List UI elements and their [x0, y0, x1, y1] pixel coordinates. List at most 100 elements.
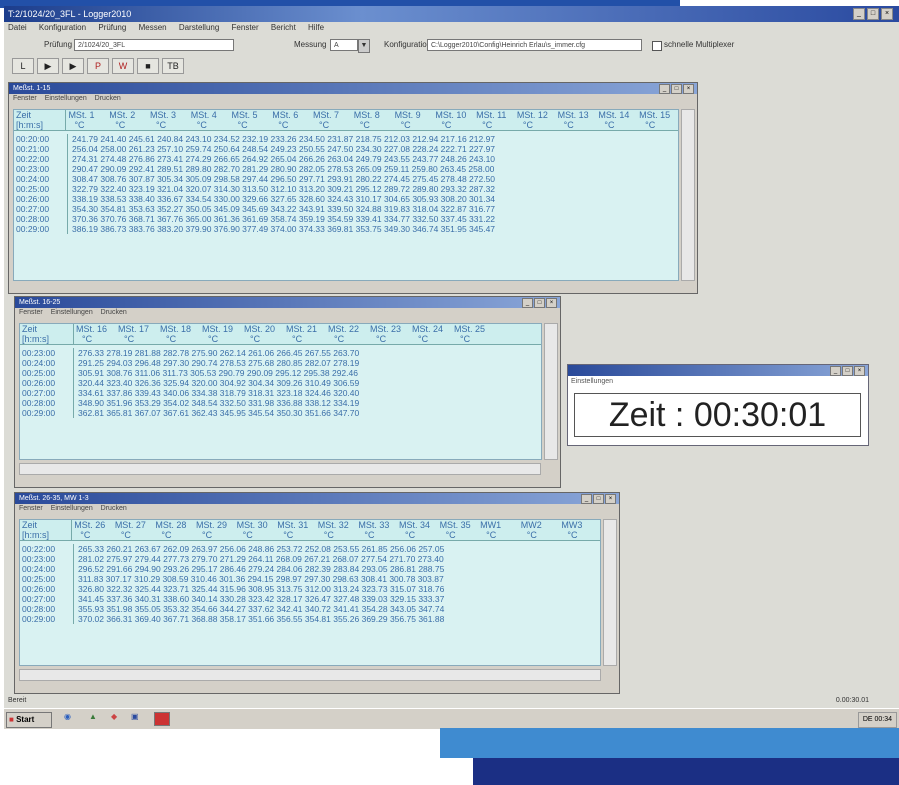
- save-icon[interactable]: ▣: [131, 712, 139, 721]
- column-unit: °C: [486, 530, 497, 540]
- minimize-icon[interactable]: _: [853, 8, 865, 20]
- column-unit: °C: [567, 530, 578, 540]
- vertical-scrollbar[interactable]: [603, 519, 617, 666]
- multiplexer-label: schnelle Multiplexer: [664, 40, 735, 49]
- row-time: 00:29:00: [20, 614, 74, 624]
- close-icon[interactable]: ×: [546, 298, 557, 308]
- column-name: MSt. 14: [598, 110, 630, 120]
- maximize-icon[interactable]: □: [867, 8, 879, 20]
- menu-hilfe[interactable]: Hilfe: [308, 23, 324, 32]
- column-name: MW2: [520, 520, 542, 530]
- column-header: MSt. 16 °C: [74, 324, 116, 344]
- time-header-text: [h:m:s]: [16, 120, 44, 130]
- row-values: 341.45 337.36 340.31 338.60 340.14 330.2…: [78, 594, 445, 604]
- menu-einstellungen[interactable]: Einstellungen: [568, 376, 868, 388]
- app-titlebar: T:2/1024/20_3FL - Logger2010 _ □ ×: [4, 6, 899, 22]
- play-fast-icon[interactable]: ▶: [62, 58, 84, 74]
- menu-drucken[interactable]: Drucken: [95, 95, 121, 102]
- grid-header: Zeit [h:m:s] MSt. 26 °C MSt. 27 °C MSt. 28 °C MS…: [20, 520, 600, 541]
- window-title: Meßst. 1-15 _ □ ×: [9, 83, 697, 94]
- maximize-icon[interactable]: □: [534, 298, 545, 308]
- column-unit: °C: [242, 530, 253, 540]
- column-name: MSt. 34: [398, 520, 430, 530]
- tool-p-button[interactable]: P: [87, 58, 109, 74]
- close-icon[interactable]: ×: [605, 494, 616, 504]
- menu-fenster[interactable]: Fenster: [232, 23, 259, 32]
- menu-messen[interactable]: Messen: [139, 23, 167, 32]
- clock-window: _ □ × Einstellungen Zeit : 00:30:01: [567, 364, 869, 446]
- menu-drucken[interactable]: Drucken: [101, 309, 127, 316]
- window-menu: Fenster Einstellungen Drucken: [9, 94, 697, 104]
- maximize-icon[interactable]: □: [671, 84, 682, 94]
- logger-task-icon[interactable]: [154, 712, 170, 726]
- column-name: MSt. 27: [114, 520, 146, 530]
- data-grid: Zeit [h:m:s] MSt. 16 °C MSt. 17 °C MSt. 18 °C MS…: [19, 323, 542, 460]
- table-row: 00:24:00 296.52 291.66 294.90 293.26 295.…: [20, 564, 600, 574]
- horizontal-scrollbar[interactable]: [19, 669, 601, 681]
- row-values: 308.47 308.76 307.87 305.34 305.09 298.5…: [72, 174, 496, 184]
- menu-fenster[interactable]: Fenster: [13, 95, 37, 102]
- menu-einstellungen[interactable]: Einstellungen: [51, 505, 93, 512]
- row-values: 274.31 274.48 276.86 273.41 274.29 266.6…: [72, 154, 496, 164]
- minimize-icon[interactable]: _: [581, 494, 592, 504]
- table-row: 00:22:00 265.33 260.21 263.67 262.09 263.…: [20, 544, 600, 554]
- konfig-label: Konfiguration: [384, 40, 432, 49]
- horizontal-scrollbar[interactable]: [19, 463, 541, 475]
- table-row: 00:29:00 370.02 366.31 369.40 367.71 368.…: [20, 614, 600, 624]
- menu-konfiguration[interactable]: Konfiguration: [39, 23, 86, 32]
- decor-band-light: [440, 728, 899, 758]
- time-header-text: Zeit: [16, 110, 32, 120]
- play-icon[interactable]: ▶: [37, 58, 59, 74]
- vertical-scrollbar[interactable]: [681, 109, 695, 281]
- browser-icon[interactable]: ◉: [64, 712, 71, 721]
- start-button[interactable]: ■ Start: [6, 712, 52, 728]
- folder-icon[interactable]: ▲: [89, 712, 97, 721]
- konfig-field[interactable]: C:\Logger2010\Config\Heinrich Erlau\s_im…: [427, 39, 642, 51]
- maximize-icon[interactable]: □: [593, 494, 604, 504]
- column-name: MSt. 26: [74, 520, 106, 530]
- column-header: MSt. 12 °C: [515, 110, 556, 130]
- row-values: 290.47 290.09 292.41 289.51 289.80 282.7…: [72, 164, 495, 174]
- close-icon[interactable]: ×: [854, 366, 865, 376]
- column-name: MSt. 32: [317, 520, 349, 530]
- close-icon[interactable]: ×: [683, 84, 694, 94]
- menu-bericht[interactable]: Bericht: [271, 23, 296, 32]
- menu-einstellungen[interactable]: Einstellungen: [51, 309, 93, 316]
- close-icon[interactable]: ×: [881, 8, 893, 20]
- tool-tb-button[interactable]: TB: [162, 58, 184, 74]
- tool-l-button[interactable]: L: [12, 58, 34, 74]
- row-time: 00:28:00: [20, 604, 74, 614]
- column-unit: °C: [82, 334, 93, 344]
- grid-body: 00:20:00 241.79 241.40 245.61 240.84 243.…: [14, 131, 678, 234]
- pruefung-field[interactable]: 2/1024/20_3FL: [74, 39, 234, 51]
- column-header: MW2 °C: [519, 520, 560, 540]
- window-title-text: Meßst. 26-35, MW 1-3: [19, 495, 89, 502]
- tool-w-button[interactable]: W: [112, 58, 134, 74]
- messung-label: Messung: [294, 40, 327, 49]
- app-icon[interactable]: ◆: [111, 712, 117, 721]
- maximize-icon[interactable]: □: [842, 366, 853, 376]
- data-grid: Zeit [h:m:s] MSt. 26 °C MSt. 27 °C MSt. 28 °C MS…: [19, 519, 601, 666]
- chevron-down-icon[interactable]: ▼: [358, 39, 370, 53]
- minimize-icon[interactable]: _: [522, 298, 533, 308]
- multiplexer-checkbox[interactable]: [652, 41, 662, 51]
- stop-icon[interactable]: ■: [137, 58, 159, 74]
- menu-fenster[interactable]: Fenster: [19, 505, 43, 512]
- menu-darstellung[interactable]: Darstellung: [179, 23, 219, 32]
- column-header: MSt. 35 °C: [438, 520, 479, 540]
- minimize-icon[interactable]: _: [830, 366, 841, 376]
- vertical-scrollbar[interactable]: [544, 323, 558, 460]
- window-menu: Fenster Einstellungen Drucken: [15, 308, 560, 318]
- column-header: MSt. 11 °C: [474, 110, 515, 130]
- messung-select[interactable]: A: [330, 39, 358, 51]
- menu-datei[interactable]: Datei: [8, 23, 27, 32]
- menu-einstellungen[interactable]: Einstellungen: [45, 95, 87, 102]
- window-title: Meßst. 16-25 _ □ ×: [15, 297, 560, 308]
- column-unit: °C: [563, 120, 574, 130]
- column-unit: °C: [161, 530, 172, 540]
- menu-pruefung[interactable]: Prüfung: [98, 23, 126, 32]
- menu-fenster[interactable]: Fenster: [19, 309, 43, 316]
- minimize-icon[interactable]: _: [659, 84, 670, 94]
- menu-drucken[interactable]: Drucken: [101, 505, 127, 512]
- row-time: 00:27:00: [20, 388, 74, 398]
